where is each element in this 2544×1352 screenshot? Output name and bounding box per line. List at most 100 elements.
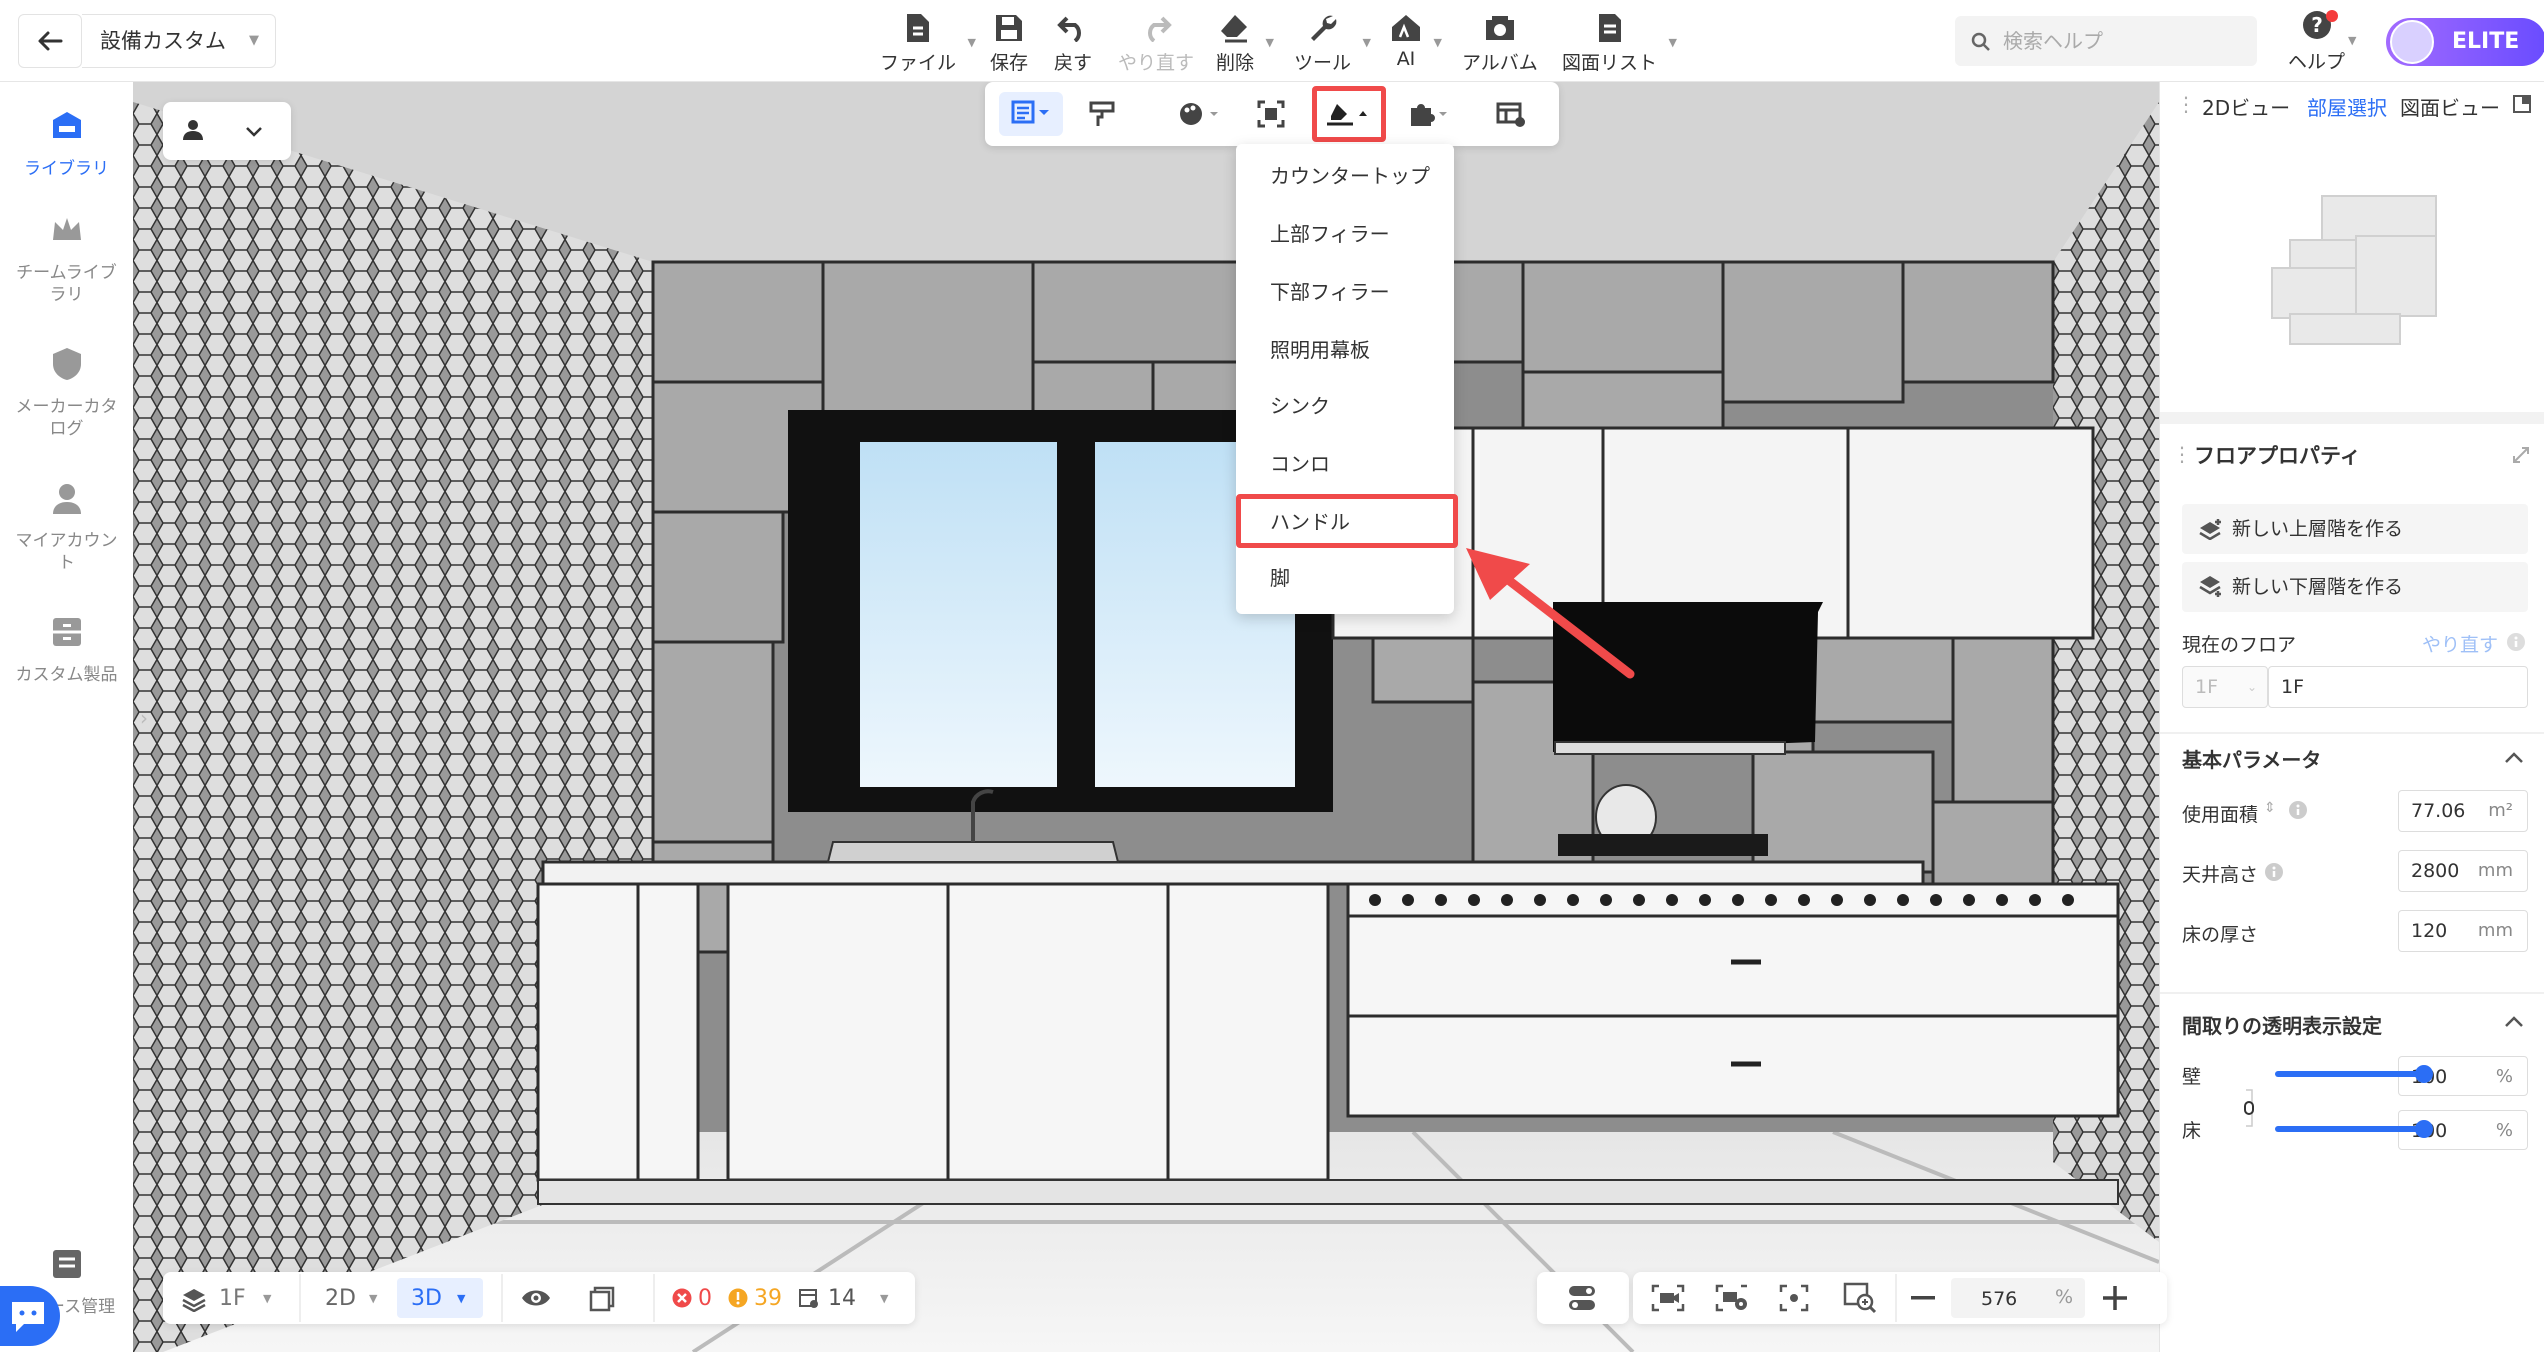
focus-select-button[interactable]	[1249, 92, 1293, 136]
percent-unit: %	[2495, 1066, 2513, 1087]
slider-knob[interactable]	[2415, 1120, 2433, 1138]
collapse-sidebar-icon[interactable]: ›	[140, 706, 148, 730]
floor-name-input[interactable]: 1F	[2268, 666, 2528, 708]
user-icon	[52, 484, 81, 514]
ceiling-height-input[interactable]: 2800 mm	[2398, 850, 2528, 892]
paint-roller-icon	[1089, 101, 1115, 126]
floor-select[interactable]: 1F ⌄	[2182, 666, 2268, 708]
user-view-dropdown[interactable]	[163, 102, 291, 160]
save-button[interactable]: 保存	[990, 10, 1028, 75]
layers-icon	[182, 1289, 206, 1312]
expand-icon[interactable]	[2512, 446, 2530, 464]
sidebar-item-custom-products[interactable]: カスタム製品	[0, 612, 133, 686]
ai-menu-button[interactable]: AI ▼	[1390, 10, 1442, 70]
undo-button[interactable]: 戻す	[1054, 10, 1092, 75]
chevron-down-icon: ▼	[263, 1292, 272, 1305]
floor-thickness-input[interactable]: 120 mm	[2398, 910, 2528, 952]
zoom-in-icon[interactable]	[2103, 1286, 2127, 1310]
camera-settings-icon[interactable]	[1715, 1284, 1749, 1312]
new-upper-floor-button[interactable]: 新しい上層階を作る	[2182, 504, 2528, 554]
new-lower-floor-button[interactable]: 新しい下層階を作る	[2182, 562, 2528, 612]
toggle-switch-icon[interactable]	[1567, 1284, 1597, 1312]
view-2d-button[interactable]: 2D ▼	[313, 1278, 393, 1318]
redo-link[interactable]: やり直す	[2422, 630, 2498, 657]
floorplan-minimap[interactable]	[2270, 192, 2440, 352]
chevron-up-icon[interactable]	[2504, 1014, 2524, 1028]
menu-item-upper-filler[interactable]: 上部フィラー	[1236, 206, 1454, 262]
floor-switcher-value: 1F	[219, 1286, 246, 1311]
add-layer-icon	[2199, 519, 2221, 540]
menu-item-lower-filler[interactable]: 下部フィラー	[1236, 264, 1454, 320]
help-search-input[interactable]: 検索ヘルプ	[1955, 16, 2257, 66]
material-palette-button[interactable]	[1169, 92, 1229, 136]
3d-viewport[interactable]	[133, 82, 2159, 1352]
section-divider	[2160, 732, 2544, 734]
camera-view-icon[interactable]	[1651, 1284, 1685, 1312]
link-icon[interactable]	[2242, 1088, 2256, 1128]
drag-handle-icon[interactable]: ⋮	[2172, 442, 2192, 466]
back-button[interactable]	[18, 14, 82, 68]
tab-drawing-view[interactable]: 図面ビュー	[2400, 92, 2500, 121]
view-3d-button[interactable]: 3D ▼	[397, 1278, 483, 1318]
tools-menu-button[interactable]: ツール ▼	[1294, 10, 1371, 75]
floor-switcher[interactable]: 1F ▼	[173, 1278, 293, 1318]
arrow-left-icon	[38, 31, 63, 51]
chevron-down-icon: ▼	[1433, 36, 1442, 49]
layout-gear-icon	[1496, 102, 1525, 127]
divider	[501, 1274, 503, 1322]
right-property-panel: ⋮ 2Dビュー 部屋選択 図面ビュー ⋮ フロアプロパティ 新しい上層階を作る …	[2159, 82, 2544, 1352]
eye-icon[interactable]	[520, 1286, 552, 1310]
chevron-up-icon[interactable]	[2504, 750, 2524, 764]
chat-support-button[interactable]	[0, 1286, 60, 1346]
tab-room-select[interactable]: 部屋選択	[2307, 92, 2387, 121]
floor-select-value: 1F	[2195, 676, 2219, 698]
issue-status-indicators[interactable]: 0 39 14 ▼	[668, 1278, 898, 1318]
zoom-level-input[interactable]: 576 %	[1951, 1278, 2085, 1318]
menu-item-stove[interactable]: コンロ	[1236, 436, 1454, 492]
zoom-region-icon[interactable]	[1843, 1282, 1877, 1314]
puzzle-icon	[1411, 104, 1447, 126]
file-menu-button[interactable]: ファイル ▼	[880, 10, 976, 75]
sidebar-item-team-library[interactable]: チームライブラリ	[0, 210, 133, 306]
help-button[interactable]: ? ヘルプ	[2288, 10, 2345, 74]
panel-toggle-icon[interactable]	[2512, 94, 2532, 114]
chevron-down-icon: ▼	[249, 33, 259, 48]
avatar	[2390, 20, 2434, 64]
area-input[interactable]: 77.06 m²	[2398, 790, 2528, 832]
divider	[1895, 1274, 1897, 1322]
zoom-out-icon[interactable]	[1911, 1296, 1935, 1300]
fit-view-icon[interactable]	[1779, 1284, 1809, 1312]
sidebar-item-my-account[interactable]: マイアカウント	[0, 478, 133, 574]
error-count: 0	[698, 1286, 712, 1311]
svg-text:?: ?	[2311, 13, 2323, 37]
current-floor-label: 現在のフロア	[2182, 634, 2297, 656]
layout-settings-button[interactable]	[1489, 92, 1533, 136]
panel-divider[interactable]	[2160, 412, 2544, 424]
cube-icon[interactable]	[587, 1284, 617, 1312]
view-tabs: ⋮ 2Dビュー 部屋選択 図面ビュー	[2160, 82, 2544, 128]
format-painter-button[interactable]	[1081, 92, 1125, 136]
toolbar-highlight-box	[1312, 86, 1386, 142]
drawing-list-button[interactable]: 図面リスト ▼	[1562, 10, 1677, 75]
menu-item-light-valance[interactable]: 照明用幕板	[1236, 322, 1454, 378]
sidebar-item-library[interactable]: ライブラリ	[0, 106, 133, 180]
tab-2d-view[interactable]: 2Dビュー	[2202, 92, 2290, 121]
redo-button[interactable]: やり直す	[1118, 10, 1194, 75]
delete-button[interactable]: 削除 ▼	[1216, 10, 1274, 75]
user-account-badge[interactable]: ELITE	[2386, 18, 2544, 66]
menu-item-countertop[interactable]: カウンタートップ	[1236, 148, 1454, 204]
drag-handle-icon[interactable]: ⋮	[2176, 92, 2196, 116]
sort-icon[interactable]: ⇕	[2264, 800, 2276, 816]
sidebar-item-maker-catalog[interactable]: メーカーカタログ	[0, 344, 133, 440]
menu-item-legs[interactable]: 脚	[1236, 550, 1454, 606]
sidebar-item-label: カスタム製品	[15, 665, 118, 685]
floor-transparency-slider[interactable]	[2275, 1120, 2433, 1138]
menu-item-sink[interactable]: シンク	[1236, 378, 1454, 434]
project-title: 設備カスタム	[100, 29, 226, 53]
project-title-dropdown[interactable]: 設備カスタム ▼	[82, 14, 276, 68]
annotation-tool-button[interactable]	[999, 92, 1063, 136]
plugin-button[interactable]	[1399, 92, 1459, 136]
chevron-down-icon: ▼	[369, 1292, 378, 1305]
album-button[interactable]: アルバム	[1462, 10, 1538, 75]
shield-icon	[52, 348, 81, 380]
